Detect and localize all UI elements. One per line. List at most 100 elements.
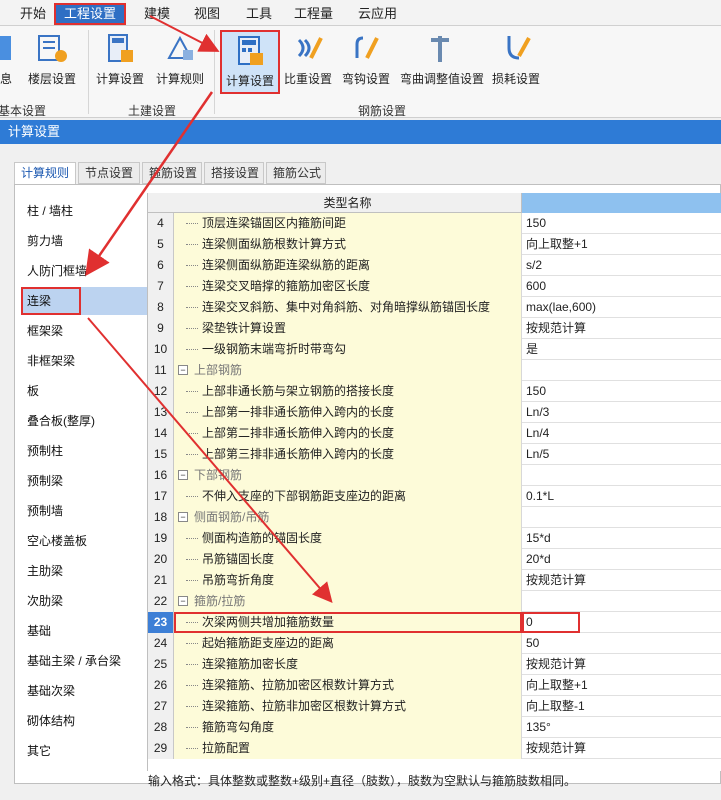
grid-row[interactable]: 10 一级钢筋末端弯折时带弯勾 是: [148, 339, 721, 360]
row-value[interactable]: 150: [522, 381, 721, 402]
grid-row[interactable]: 23 次梁两侧共增加箍筋数量 0: [148, 612, 721, 633]
menu-start[interactable]: 开始: [12, 4, 54, 24]
component-list-item[interactable]: 基础主梁 / 承台梁: [21, 647, 149, 675]
grid-row[interactable]: 9 梁垫铁计算设置 按规范计算: [148, 318, 721, 339]
row-value[interactable]: 600: [522, 276, 721, 297]
grid-row[interactable]: 8 连梁交叉斜筋、集中对角斜筋、对角暗撑纵筋锚固长度 max(lae,600): [148, 297, 721, 318]
grid-row[interactable]: 15 上部第三排非通长筋伸入跨内的长度 Ln/5: [148, 444, 721, 465]
value-input[interactable]: 0: [522, 612, 721, 633]
row-value[interactable]: Ln/5: [522, 444, 721, 465]
row-value[interactable]: 是: [522, 339, 721, 360]
tab-lap-settings[interactable]: 搭接设置: [204, 162, 264, 184]
row-value[interactable]: 20*d: [522, 549, 721, 570]
collapse-icon[interactable]: −: [178, 470, 188, 480]
component-list-item[interactable]: 预制梁: [21, 467, 149, 495]
grid-row[interactable]: 24 起始箍筋距支座边的距离 50: [148, 633, 721, 654]
row-value[interactable]: 向上取整+1: [522, 234, 721, 255]
row-value[interactable]: [522, 507, 721, 528]
row-value[interactable]: 50: [522, 633, 721, 654]
component-list-item[interactable]: 基础次梁: [21, 677, 149, 705]
row-value[interactable]: max(lae,600): [522, 297, 721, 318]
grid-row[interactable]: 20 吊筋锚固长度 20*d: [148, 549, 721, 570]
component-list-item[interactable]: 板: [21, 377, 149, 405]
component-list-item[interactable]: 柱 / 墙柱: [21, 197, 149, 225]
component-list-item[interactable]: 叠合板(整厚): [21, 407, 149, 435]
component-list-item[interactable]: 基础: [21, 617, 149, 645]
row-value[interactable]: s/2: [522, 255, 721, 276]
grid-row[interactable]: 14 上部第二排非通长筋伸入跨内的长度 Ln/4: [148, 423, 721, 444]
row-value[interactable]: Ln/3: [522, 402, 721, 423]
grid-group-row[interactable]: 22− 箍筋/拉筋: [148, 591, 721, 612]
component-list-item[interactable]: 预制墙: [21, 497, 149, 525]
menu-cloud[interactable]: 云应用: [350, 4, 405, 24]
grid-row[interactable]: 28 箍筋弯勾角度 135°: [148, 717, 721, 738]
row-value[interactable]: Ln/4: [522, 423, 721, 444]
grid-row[interactable]: 17 不伸入支座的下部钢筋距支座边的距离 0.1*L: [148, 486, 721, 507]
bend-adjust-settings-button[interactable]: 弯曲调整值设置: [400, 30, 484, 94]
tab-calc-rules[interactable]: 计算规则: [14, 162, 76, 186]
row-value[interactable]: [522, 465, 721, 486]
menu-tools[interactable]: 工具: [238, 4, 280, 24]
component-list-item[interactable]: 人防门框墙: [21, 257, 149, 285]
tab-node-settings[interactable]: 节点设置: [78, 162, 140, 184]
tab-stirrup-formula[interactable]: 箍筋公式: [266, 162, 326, 184]
calc-rules-button[interactable]: 计算规则: [150, 30, 210, 94]
grid-row[interactable]: 19 侧面构造筋的锚固长度 15*d: [148, 528, 721, 549]
row-value[interactable]: 向上取整+1: [522, 675, 721, 696]
grid-row[interactable]: 13 上部第一排非通长筋伸入跨内的长度 Ln/3: [148, 402, 721, 423]
row-value[interactable]: 向上取整-1: [522, 696, 721, 717]
row-value[interactable]: 按规范计算: [522, 654, 721, 675]
grid-group-row[interactable]: 18− 侧面钢筋/吊筋: [148, 507, 721, 528]
grid-group-row[interactable]: 11− 上部钢筋: [148, 360, 721, 381]
collapse-icon[interactable]: −: [178, 596, 188, 606]
civil-calc-settings-button[interactable]: 计算设置: [90, 30, 150, 94]
component-list-item[interactable]: 空心楼盖板: [21, 527, 149, 555]
component-list-item[interactable]: 其它: [21, 737, 149, 765]
row-value[interactable]: 按规范计算: [522, 318, 721, 339]
component-list-item[interactable]: 剪力墙: [21, 227, 149, 255]
row-name: 不伸入支座的下部钢筋距支座边的距离: [174, 486, 522, 507]
grid-row[interactable]: 4 顶层连梁锚固区内箍筋间距 150: [148, 213, 721, 234]
menu-view[interactable]: 视图: [186, 4, 228, 24]
row-value[interactable]: 135°: [522, 717, 721, 738]
component-list-item[interactable]: 非框架梁: [21, 347, 149, 375]
row-name-text: 吊筋锚固长度: [202, 552, 275, 566]
collapse-icon[interactable]: −: [178, 365, 188, 375]
tab-stirrup-settings[interactable]: 箍筋设置: [142, 162, 202, 184]
density-settings-button[interactable]: 比重设置: [278, 30, 338, 94]
component-list-item[interactable]: 次肋梁: [21, 587, 149, 615]
grid-row[interactable]: 29 拉筋配置 按规范计算: [148, 738, 721, 759]
row-value[interactable]: 150: [522, 213, 721, 234]
menu-modeling[interactable]: 建模: [136, 4, 178, 24]
hook-settings-button[interactable]: 弯钩设置: [336, 30, 396, 94]
grid-row[interactable]: 27 连梁箍筋、拉筋非加密区根数计算方式 向上取整-1: [148, 696, 721, 717]
menu-project-settings[interactable]: 工程设置: [54, 3, 127, 25]
row-value[interactable]: [522, 360, 721, 381]
collapse-icon[interactable]: −: [178, 512, 188, 522]
component-list-item[interactable]: 预制柱: [21, 437, 149, 465]
row-value[interactable]: 15*d: [522, 528, 721, 549]
row-value[interactable]: [522, 591, 721, 612]
component-list-item[interactable]: 主肋梁: [21, 557, 149, 585]
row-value[interactable]: 按规范计算: [522, 570, 721, 591]
grid-row[interactable]: 12 上部非通长筋与架立钢筋的搭接长度 150: [148, 381, 721, 402]
component-list-item[interactable]: 砌体结构: [21, 707, 149, 735]
menu-quantities[interactable]: 工程量: [286, 4, 341, 24]
row-value[interactable]: 按规范计算: [522, 738, 721, 759]
grid-group-row[interactable]: 16− 下部钢筋: [148, 465, 721, 486]
component-list-item[interactable]: 框架梁: [21, 317, 149, 345]
grid-row[interactable]: 25 连梁箍筋加密长度 按规范计算: [148, 654, 721, 675]
info-button[interactable]: 信息: [0, 30, 22, 94]
row-value[interactable]: 0.1*L: [522, 486, 721, 507]
grid-row[interactable]: 26 连梁箍筋、拉筋加密区根数计算方式 向上取整+1: [148, 675, 721, 696]
floor-settings-button[interactable]: 楼层设置: [22, 30, 82, 94]
grid-row[interactable]: 7 连梁交叉暗撑的箍筋加密区长度 600: [148, 276, 721, 297]
grid-row[interactable]: 6 连梁侧面纵筋距连梁纵筋的距离 s/2: [148, 255, 721, 276]
rebar-calc-settings-button[interactable]: 计算设置: [220, 30, 280, 94]
row-number: 8: [148, 297, 174, 318]
grid-row[interactable]: 21 吊筋弯折角度 按规范计算: [148, 570, 721, 591]
row-number: 5: [148, 234, 174, 255]
loss-settings-button[interactable]: 损耗设置: [486, 30, 546, 94]
row-name: 连梁交叉暗撑的箍筋加密区长度: [174, 276, 522, 297]
grid-row[interactable]: 5 连梁侧面纵筋根数计算方式 向上取整+1: [148, 234, 721, 255]
